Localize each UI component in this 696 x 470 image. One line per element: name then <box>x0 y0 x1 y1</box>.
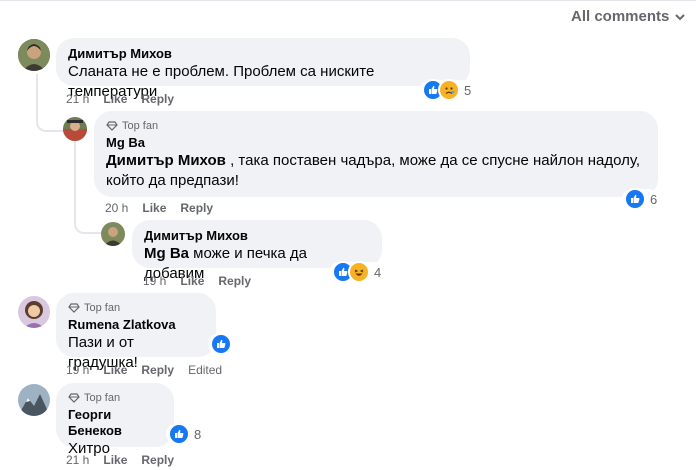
top-fan-badge: Top fan <box>106 119 646 133</box>
comment-timestamp[interactable]: 19 h <box>66 363 89 377</box>
comment-timestamp[interactable]: 19 h <box>143 274 166 288</box>
reply-button[interactable]: Reply <box>141 92 174 106</box>
like-icon <box>624 188 646 210</box>
like-button[interactable]: Like <box>103 92 127 106</box>
like-button[interactable]: Like <box>180 274 204 288</box>
avatar[interactable] <box>18 296 50 328</box>
top-divider <box>0 0 696 1</box>
comment-bubble: Top fan Rumena Zlatkova Пази и от градуш… <box>56 293 216 371</box>
comment-actions: 20 h Like Reply <box>105 201 213 215</box>
comment-actions: 21 h Like Reply <box>66 92 174 106</box>
comment-bubble: Top fan Георги Бенеков Хитро <box>56 383 174 457</box>
like-icon <box>210 333 232 355</box>
reply-button[interactable]: Reply <box>141 453 174 467</box>
mention-link[interactable]: Димитър Михов <box>106 152 226 169</box>
comment-author[interactable]: Георги Бенеков <box>68 407 162 439</box>
diamond-icon <box>68 393 80 403</box>
comment-timestamp[interactable]: 20 h <box>105 201 128 215</box>
reaction-summary[interactable]: 4 <box>330 261 384 283</box>
comment-text-line1: , така поставен чадъра, може да се спусн… <box>225 152 641 169</box>
like-button[interactable]: Like <box>103 453 127 467</box>
top-fan-badge: Top fan <box>68 391 162 405</box>
comment-bubble: Димитър Михов Сланата не е проблем. Проб… <box>56 38 470 100</box>
top-fan-label: Top fan <box>84 302 121 314</box>
comment-author[interactable]: Димитър Михов <box>68 46 458 62</box>
comment-timestamp[interactable]: 21 h <box>66 92 89 106</box>
thread-line <box>36 74 38 122</box>
comment-author[interactable]: Mg Ba <box>106 135 646 151</box>
comment-bubble: Top fan Mg Ba Димитър Михов , така поста… <box>94 111 658 197</box>
avatar-photo <box>101 222 125 246</box>
reply-button[interactable]: Reply <box>180 201 213 215</box>
edited-label[interactable]: Edited <box>188 363 222 377</box>
avatar-photo <box>18 39 50 71</box>
chevron-down-icon <box>675 13 686 20</box>
comment-text: Димитър Михов , така поставен чадъра, мо… <box>106 151 646 191</box>
reaction-count: 4 <box>374 264 382 280</box>
avatar[interactable] <box>101 222 125 246</box>
mention-link[interactable]: Mg Ba <box>144 245 189 262</box>
diamond-icon <box>68 303 80 313</box>
thread-line <box>74 140 76 224</box>
comment-author[interactable]: Rumena Zlatkova <box>68 317 204 333</box>
avatar[interactable] <box>18 39 50 71</box>
diamond-icon <box>106 121 118 131</box>
sad-icon <box>438 79 460 101</box>
thread-connector <box>36 118 64 132</box>
comment-timestamp[interactable]: 21 h <box>66 453 89 467</box>
avatar-photo <box>18 296 50 328</box>
reaction-summary[interactable]: 6 <box>622 188 660 210</box>
reaction-count: 6 <box>650 191 658 207</box>
reply-button[interactable]: Reply <box>218 274 251 288</box>
thread-connector <box>74 220 102 234</box>
haha-icon <box>348 261 370 283</box>
reaction-count: 5 <box>464 82 472 98</box>
like-button[interactable]: Like <box>142 201 166 215</box>
avatar-photo <box>18 384 50 416</box>
comment-author[interactable]: Димитър Михов <box>144 228 370 244</box>
reaction-summary[interactable] <box>208 333 234 355</box>
avatar[interactable] <box>18 384 50 416</box>
comment-text-line2: който да предпази! <box>106 172 239 189</box>
reply-button[interactable]: Reply <box>141 363 174 377</box>
avatar[interactable] <box>63 117 87 141</box>
all-comments-label: All comments <box>571 8 670 25</box>
comment-actions: 19 h Like Reply Edited <box>66 363 222 377</box>
top-fan-badge: Top fan <box>68 301 204 315</box>
reaction-summary[interactable]: 8 <box>166 423 204 445</box>
all-comments-filter[interactable]: All comments <box>571 8 686 25</box>
top-fan-label: Top fan <box>122 120 159 132</box>
comment-actions: 21 h Like Reply <box>66 453 174 467</box>
top-fan-label: Top fan <box>84 392 121 404</box>
like-button[interactable]: Like <box>103 363 127 377</box>
like-icon <box>168 423 190 445</box>
reaction-summary[interactable]: 5 <box>420 79 474 101</box>
comment-actions: 19 h Like Reply <box>143 274 251 288</box>
avatar-photo <box>63 117 87 141</box>
reaction-count: 8 <box>194 426 202 442</box>
